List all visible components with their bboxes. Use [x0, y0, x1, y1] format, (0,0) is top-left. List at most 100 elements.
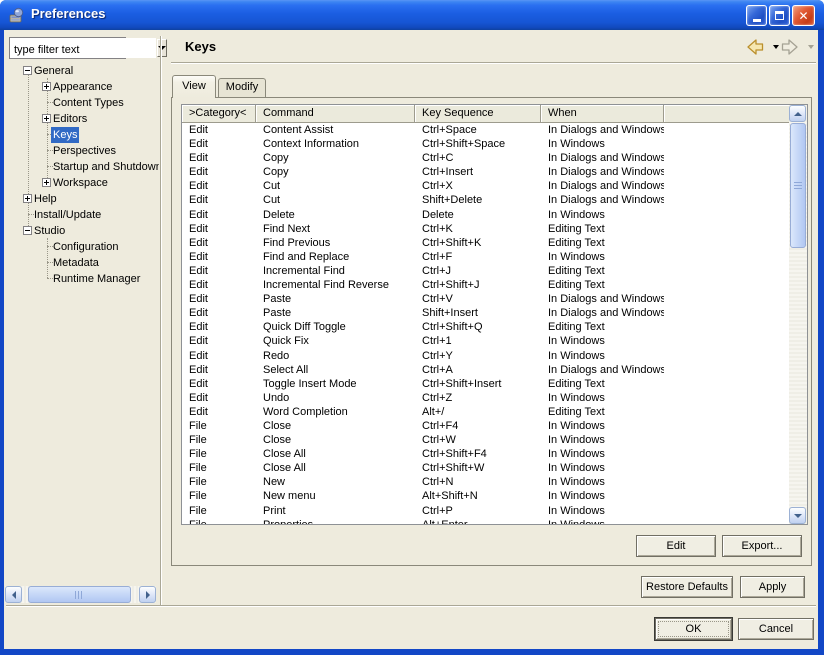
- table-cell: Ctrl+N: [415, 475, 541, 489]
- apply-button[interactable]: Apply: [740, 576, 805, 598]
- column-header-command[interactable]: Command: [256, 105, 415, 123]
- tree-item-appearance[interactable]: Appearance: [4, 78, 159, 94]
- minimize-button[interactable]: [746, 5, 767, 26]
- filter-input[interactable]: [10, 38, 156, 58]
- expand-icon[interactable]: [42, 178, 51, 187]
- table-row[interactable]: FileClose AllCtrl+Shift+WIn Windows: [182, 461, 789, 475]
- export-button[interactable]: Export...: [722, 535, 802, 557]
- table-row[interactable]: FileNew menuAlt+Shift+NIn Windows: [182, 489, 789, 503]
- close-button[interactable]: ✕: [792, 5, 815, 26]
- table-cell: [664, 334, 789, 348]
- table-row[interactable]: EditDeleteDeleteIn Windows: [182, 208, 789, 222]
- tree-item-label: Startup and Shutdown: [51, 159, 159, 175]
- edit-button[interactable]: Edit: [636, 535, 716, 557]
- table-cell: [664, 461, 789, 475]
- table-row[interactable]: EditContext InformationCtrl+Shift+SpaceI…: [182, 137, 789, 151]
- forward-button[interactable]: [781, 39, 799, 55]
- scroll-up-button[interactable]: [789, 105, 806, 122]
- scrollbar-thumb[interactable]: [28, 586, 131, 603]
- column-header-when[interactable]: When: [541, 105, 664, 123]
- table-cell: In Windows: [541, 250, 664, 264]
- table-cell: New: [256, 475, 415, 489]
- table-cell: [664, 193, 789, 207]
- table-cell: In Windows: [541, 349, 664, 363]
- tree-item-general[interactable]: General: [4, 62, 159, 78]
- filter-dropdown-button[interactable]: [157, 39, 167, 57]
- table-cell: Editing Text: [541, 278, 664, 292]
- scrollbar-thumb[interactable]: [790, 123, 806, 248]
- table-vertical-scrollbar[interactable]: [789, 105, 807, 524]
- tree-item-editors[interactable]: Editors: [4, 110, 159, 126]
- column-header-key-sequence[interactable]: Key Sequence: [415, 105, 541, 123]
- table-row[interactable]: EditRedoCtrl+YIn Windows: [182, 349, 789, 363]
- tab-view[interactable]: View: [172, 75, 216, 98]
- back-history-dropdown[interactable]: [773, 45, 779, 49]
- expand-icon[interactable]: [23, 194, 32, 203]
- tree-item-keys[interactable]: Keys: [4, 126, 159, 142]
- table-row[interactable]: EditQuick FixCtrl+1In Windows: [182, 334, 789, 348]
- table-row[interactable]: FilePrintCtrl+PIn Windows: [182, 504, 789, 518]
- table-cell: In Windows: [541, 518, 664, 524]
- column-header-blank[interactable]: [664, 105, 789, 123]
- title-bar[interactable]: Preferences ✕: [0, 0, 824, 30]
- table-row[interactable]: EditUndoCtrl+ZIn Windows: [182, 391, 789, 405]
- scroll-right-button[interactable]: [139, 586, 156, 603]
- table-cell: Edit: [182, 405, 256, 419]
- tab-modify[interactable]: Modify: [218, 78, 266, 97]
- tree-item-startup-and-shutdown[interactable]: Startup and Shutdown: [4, 158, 159, 174]
- table-row[interactable]: EditQuick Diff ToggleCtrl+Shift+QEditing…: [182, 320, 789, 334]
- tree-item-workspace[interactable]: Workspace: [4, 174, 159, 190]
- table-row[interactable]: EditPasteCtrl+VIn Dialogs and Windows: [182, 292, 789, 306]
- table-row[interactable]: EditIncremental Find ReverseCtrl+Shift+J…: [182, 278, 789, 292]
- tree-item-help[interactable]: Help: [4, 190, 159, 206]
- table-row[interactable]: FileCloseCtrl+F4In Windows: [182, 419, 789, 433]
- tree-item-content-types[interactable]: Content Types: [4, 94, 159, 110]
- column-header-category[interactable]: >Category<: [182, 105, 256, 123]
- maximize-button[interactable]: [769, 5, 790, 26]
- table-row[interactable]: EditPasteShift+InsertIn Dialogs and Wind…: [182, 306, 789, 320]
- collapse-icon[interactable]: [23, 226, 32, 235]
- table-row[interactable]: EditFind NextCtrl+KEditing Text: [182, 222, 789, 236]
- ok-button[interactable]: OK: [655, 618, 732, 640]
- table-row[interactable]: FileCloseCtrl+WIn Windows: [182, 433, 789, 447]
- tree-item-configuration[interactable]: Configuration: [4, 238, 159, 254]
- table-row[interactable]: EditCutShift+DeleteIn Dialogs and Window…: [182, 193, 789, 207]
- tree-item-metadata[interactable]: Metadata: [4, 254, 159, 270]
- table-row[interactable]: EditSelect AllCtrl+AIn Dialogs and Windo…: [182, 363, 789, 377]
- table-header: >Category< Command Key Sequence When: [182, 105, 789, 123]
- table-cell: Quick Diff Toggle: [256, 320, 415, 334]
- table-row[interactable]: EditFind and ReplaceCtrl+FIn Windows: [182, 250, 789, 264]
- restore-defaults-button[interactable]: Restore Defaults: [641, 576, 733, 598]
- table-cell: File: [182, 489, 256, 503]
- scrollbar-track[interactable]: [22, 586, 139, 603]
- table-row[interactable]: EditFind PreviousCtrl+Shift+KEditing Tex…: [182, 236, 789, 250]
- table-row[interactable]: EditIncremental FindCtrl+JEditing Text: [182, 264, 789, 278]
- scroll-left-button[interactable]: [5, 586, 22, 603]
- expand-icon[interactable]: [42, 114, 51, 123]
- table-cell: [664, 208, 789, 222]
- table-row[interactable]: FileClose AllCtrl+Shift+F4In Windows: [182, 447, 789, 461]
- table-row[interactable]: EditToggle Insert ModeCtrl+Shift+InsertE…: [182, 377, 789, 391]
- scrollbar-track[interactable]: [789, 122, 807, 507]
- back-button[interactable]: [746, 39, 764, 55]
- collapse-icon[interactable]: [23, 66, 32, 75]
- table-cell: Close All: [256, 447, 415, 461]
- tree-item-runtime-manager[interactable]: Runtime Manager: [4, 270, 159, 286]
- tree-item-label: Runtime Manager: [51, 271, 142, 287]
- tree-item-perspectives[interactable]: Perspectives: [4, 142, 159, 158]
- cancel-button[interactable]: Cancel: [738, 618, 814, 640]
- expand-icon[interactable]: [42, 82, 51, 91]
- table-row[interactable]: FileNewCtrl+NIn Windows: [182, 475, 789, 489]
- table-row[interactable]: EditCutCtrl+XIn Dialogs and Windows: [182, 179, 789, 193]
- tree-item-install-update[interactable]: Install/Update: [4, 206, 159, 222]
- tree-item-studio[interactable]: Studio: [4, 222, 159, 238]
- scroll-down-button[interactable]: [789, 507, 806, 524]
- table-row[interactable]: EditWord CompletionAlt+/Editing Text: [182, 405, 789, 419]
- tree-horizontal-scrollbar[interactable]: [5, 586, 156, 603]
- table-row[interactable]: FilePropertiesAlt+EnterIn Windows: [182, 518, 789, 524]
- forward-history-dropdown[interactable]: [808, 45, 814, 49]
- table-row[interactable]: EditCopyCtrl+CIn Dialogs and Windows: [182, 151, 789, 165]
- table-row[interactable]: EditContent AssistCtrl+SpaceIn Dialogs a…: [182, 123, 789, 137]
- table-row[interactable]: EditCopyCtrl+InsertIn Dialogs and Window…: [182, 165, 789, 179]
- panel-splitter[interactable]: [160, 36, 162, 605]
